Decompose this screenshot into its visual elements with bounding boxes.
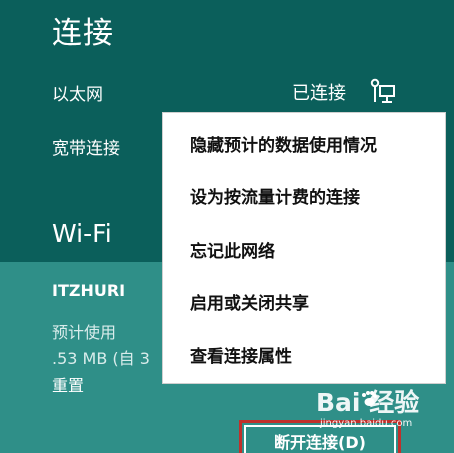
usage-value: .53 MB (自 3 <box>52 349 150 368</box>
watermark-subtext: jingyan.baidu.com <box>320 418 413 429</box>
ethernet-status: 已连接 <box>292 83 346 104</box>
paw-icon <box>362 391 377 406</box>
menu-item-forget-network[interactable]: 忘记此网络 <box>190 237 445 267</box>
wifi-network-name[interactable]: ITZHURI <box>52 280 125 302</box>
network-context-menu: 隐藏预计的数据使用情况 设为按流量计费的连接 忘记此网络 启用或关闭共享 查看连… <box>163 113 445 383</box>
baidu-watermark: Bai 经验 jingyan.baidu.com <box>316 388 442 444</box>
page-title: 连接 <box>52 16 114 51</box>
usage-label: 预计使用 <box>52 323 117 342</box>
menu-item-toggle-sharing[interactable]: 启用或关闭共享 <box>190 289 445 319</box>
wifi-heading: Wi-Fi <box>52 219 112 248</box>
network-connections-screen: 连接 以太网 已连接 宽带连接 Wi-Fi ITZHURI 预计使用 .53 M… <box>0 0 454 453</box>
reset-link[interactable]: 重置 <box>52 375 84 397</box>
menu-item-hide-estimated-usage[interactable]: 隐藏预计的数据使用情况 <box>190 131 445 161</box>
ethernet-label[interactable]: 以太网 <box>52 84 103 106</box>
network-plug-icon <box>370 78 395 103</box>
menu-item-view-properties[interactable]: 查看连接属性 <box>190 342 445 372</box>
menu-item-set-metered-connection[interactable]: 设为按流量计费的连接 <box>190 183 445 213</box>
broadband-label[interactable]: 宽带连接 <box>52 138 120 160</box>
